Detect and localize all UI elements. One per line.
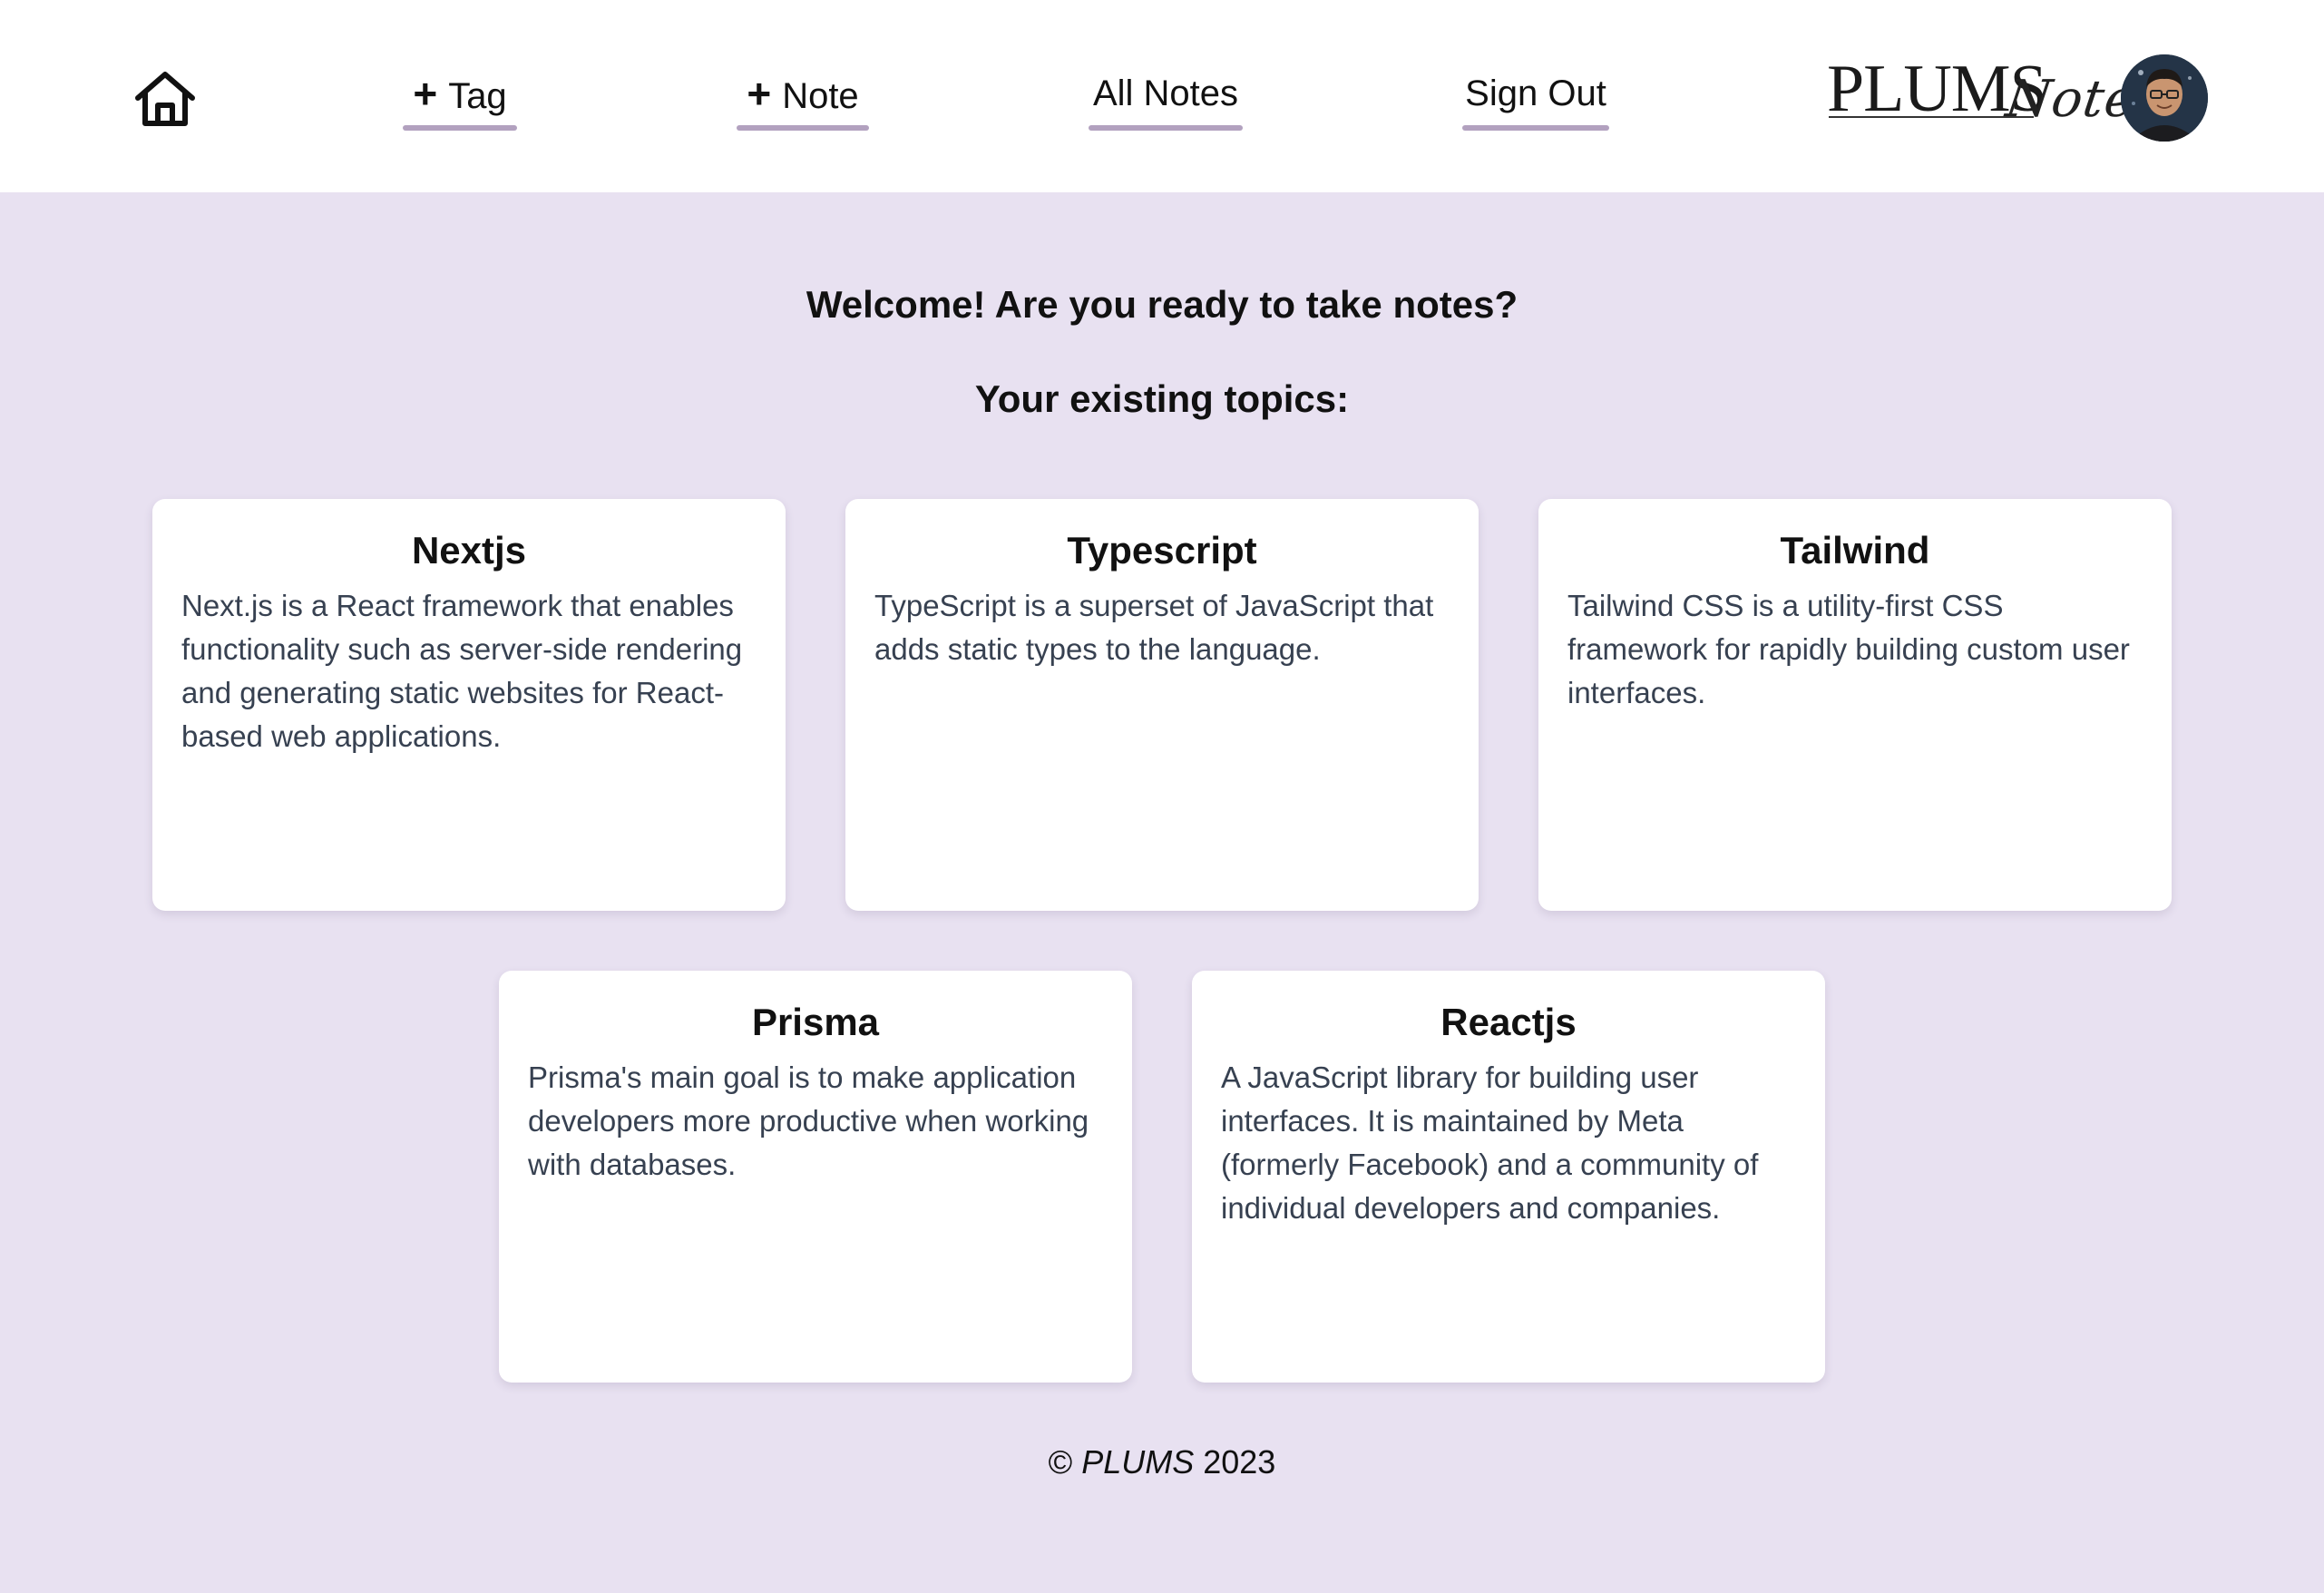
user-avatar-icon [2121, 54, 2208, 142]
topic-card-tailwind[interactable]: Tailwind Tailwind CSS is a utility-first… [1538, 499, 2172, 911]
sign-out-label: Sign Out [1465, 73, 1606, 113]
user-avatar[interactable] [2121, 54, 2208, 142]
topic-description: Prisma's main goal is to make applicatio… [528, 1060, 1089, 1181]
topic-title: Typescript [1067, 529, 1257, 572]
all-notes-label: All Notes [1092, 73, 1239, 113]
topics-heading: Your existing topics: [974, 377, 1350, 420]
topic-card-typescript[interactable]: Typescript TypeScript is a superset of J… [845, 499, 1479, 911]
topic-title: Prisma [751, 1001, 880, 1043]
logo-underline [1829, 116, 2034, 118]
topic-description: Tailwind CSS is a utility-first CSS fram… [1567, 589, 2130, 709]
home-icon[interactable] [132, 69, 198, 129]
add-tag-label: Tag [448, 76, 507, 116]
home-icon-graphic [135, 72, 195, 126]
all-notes-link[interactable]: All Notes [1089, 65, 1243, 131]
footer-brand: PLUMS [1081, 1443, 1195, 1481]
add-note-link[interactable]: + Note [737, 65, 869, 131]
topic-card-reactjs[interactable]: Reactjs A JavaScript library for buildin… [1192, 971, 1825, 1383]
topic-description: A JavaScript library for building user i… [1221, 1060, 1759, 1225]
plus-icon: + [413, 70, 438, 117]
nav-underline [737, 125, 869, 131]
topic-title: Reactjs [1440, 1001, 1577, 1043]
top-navigation-bar: + Tag + Note All Notes Sign Out PLUMS Note… [0, 0, 2324, 192]
plums-notes-logo[interactable]: PLUMS Notes [1827, 49, 2167, 140]
topic-card-nextjs[interactable]: Nextjs Next.js is a React framework that… [152, 499, 786, 911]
footer-year: 2023 [1203, 1443, 1276, 1481]
footer: © PLUMS 2023 [0, 1437, 2324, 1488]
nav-underline [1462, 125, 1609, 131]
topic-description: Next.js is a React framework that enable… [181, 589, 743, 753]
topic-title: Tailwind [1780, 529, 1930, 572]
add-tag-link[interactable]: + Tag [403, 65, 517, 131]
topic-title: Nextjs [411, 529, 527, 572]
copyright-symbol: © [1048, 1443, 1073, 1481]
plus-icon: + [747, 70, 772, 117]
sign-out-link[interactable]: Sign Out [1462, 65, 1609, 131]
nav-underline [403, 125, 517, 131]
welcome-heading: Welcome! Are you ready to take notes? [806, 283, 1518, 326]
topic-card-prisma[interactable]: Prisma Prisma's main goal is to make app… [499, 971, 1132, 1383]
add-note-label: Note [782, 76, 859, 116]
topic-description: TypeScript is a superset of JavaScript t… [874, 589, 1434, 666]
nav-underline [1089, 125, 1243, 131]
